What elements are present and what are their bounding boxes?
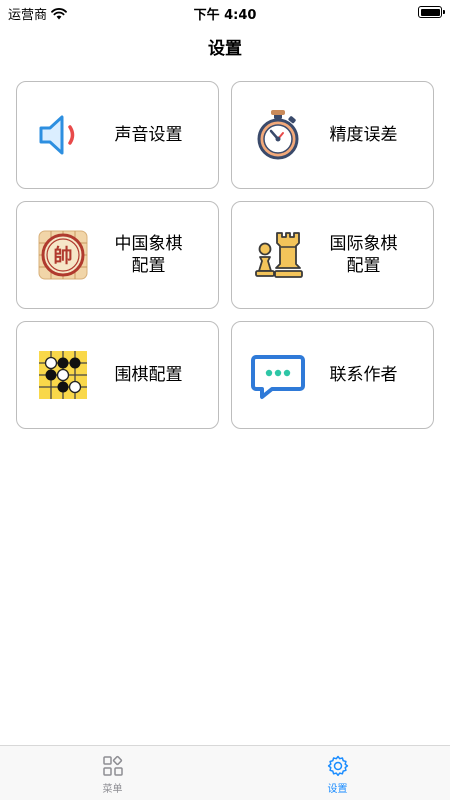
- xiangqi-config-label: 中国象棋 配置: [114, 234, 183, 276]
- status-time: 下午 4:40: [193, 8, 257, 23]
- contact-author-card[interactable]: 联系作者: [231, 321, 434, 429]
- contact-author-label: 联系作者: [329, 365, 398, 385]
- chat-bubble-icon: [250, 347, 306, 403]
- chess-config-label: 国际象棋 配置: [329, 234, 398, 276]
- grid-menu-icon: [102, 755, 123, 776]
- tab-settings-label: 设置: [327, 784, 348, 795]
- chess-config-card[interactable]: 国际象棋 配置: [231, 201, 434, 309]
- stopwatch-icon: [250, 107, 306, 163]
- precision-error-label: 精度误差: [329, 125, 398, 145]
- speaker-icon: [35, 107, 91, 163]
- chess-pieces-icon: [250, 227, 306, 283]
- tab-settings[interactable]: 设置: [225, 746, 450, 800]
- tab-menu-label: 菜单: [102, 784, 123, 795]
- tab-menu[interactable]: 菜单: [0, 746, 225, 800]
- xiangqi-config-card[interactable]: 帥 中国象棋 配置: [16, 201, 219, 309]
- sound-settings-label: 声音设置: [114, 125, 183, 145]
- status-bar: 运营商 下午 4:40: [0, 0, 450, 24]
- gear-icon: [327, 755, 348, 777]
- xiangqi-shuai-piece-icon: 帥: [35, 227, 91, 283]
- tab-bar: 菜单 设置: [0, 745, 450, 800]
- go-board-icon: [35, 347, 91, 403]
- svg-text:帥: 帥: [53, 244, 72, 267]
- settings-grid: 声音设置 精度误差 帥 中国象棋 配置 国际象棋 配置 围棋配置 联系作者: [16, 81, 434, 429]
- battery-icon: [418, 6, 445, 18]
- go-config-label: 围棋配置: [114, 365, 183, 385]
- precision-error-card[interactable]: 精度误差: [231, 81, 434, 189]
- go-config-card[interactable]: 围棋配置: [16, 321, 219, 429]
- sound-settings-card[interactable]: 声音设置: [16, 81, 219, 189]
- page-title: 设置: [208, 39, 242, 59]
